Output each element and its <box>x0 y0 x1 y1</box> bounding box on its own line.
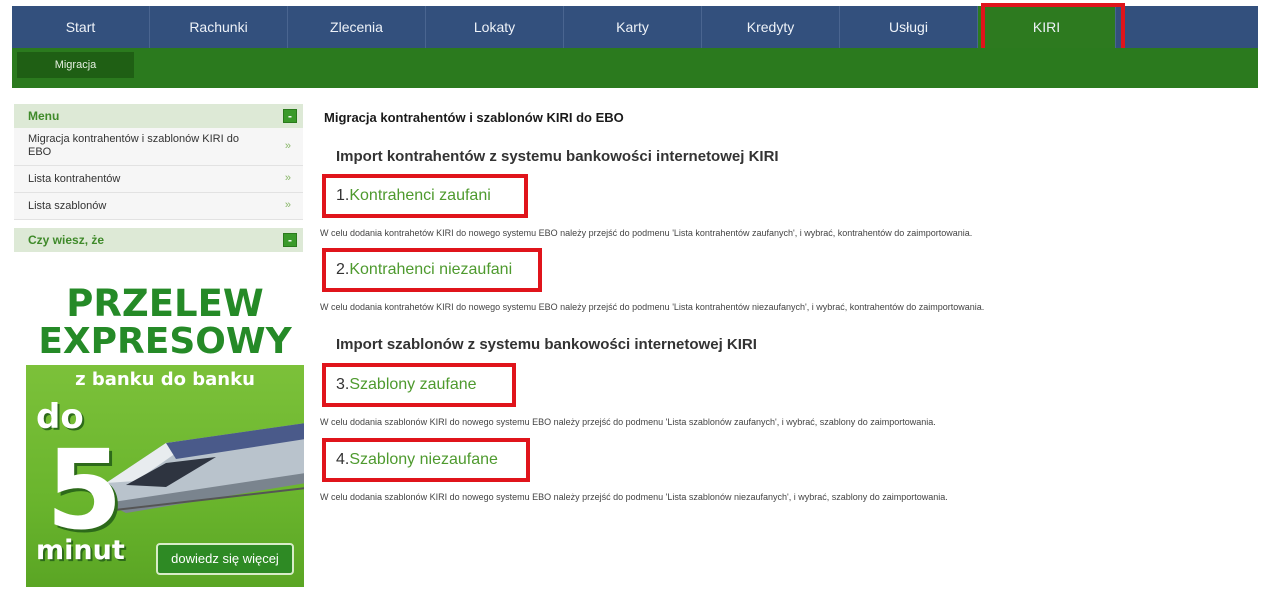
sidebar-item-label: Lista kontrahentów <box>28 173 121 185</box>
nav-tab-zlecenia[interactable]: Zlecenia <box>288 6 426 48</box>
chevron-right-icon: » <box>284 172 291 184</box>
nav-tab-kiri[interactable]: KIRI <box>978 3 1125 55</box>
collapse-icon[interactable]: - <box>283 109 297 123</box>
section-title-szablony: Import szablonów z systemu bankowości in… <box>336 336 757 353</box>
learn-more-button[interactable]: dowiedz się więcej <box>156 543 294 575</box>
link-number: 4. <box>336 451 350 468</box>
chevron-right-icon: » <box>284 139 291 152</box>
nav-tab-kredyty[interactable]: Kredyty <box>702 6 840 48</box>
sidebar-item-lista-kontrahentow[interactable]: Lista kontrahentów » <box>14 166 303 193</box>
nav-tab-lokaty[interactable]: Lokaty <box>426 6 564 48</box>
didyouknow-panel-header: Czy wiesz, że - <box>14 228 303 252</box>
promo-banner[interactable]: PRZELEW EXPRESOWY z banku do banku do 5 … <box>26 285 304 587</box>
banner-headline-line1: PRZELEW <box>66 285 264 325</box>
link-szablony-niezaufane[interactable]: Szablony niezaufane <box>349 451 498 468</box>
sidebar-item-label: Migracja kontrahentów i szablonów KIRI d… <box>28 133 239 158</box>
sidebar-item-lista-szablonow[interactable]: Lista szablonów » <box>14 193 303 220</box>
main-nav: Start Rachunki Zlecenia Lokaty Karty Kre… <box>12 3 1258 55</box>
link-box-4: 4.Szablony niezaufane <box>322 438 530 482</box>
link-szablony-zaufane[interactable]: Szablony zaufane <box>349 376 476 393</box>
description-text: W celu dodania kontrahetów KIRI do noweg… <box>320 228 973 238</box>
banner-headline-line2: EXPRESOWY <box>38 321 292 362</box>
link-box-3: 3.Szablony zaufane <box>322 363 516 407</box>
sidebar: Menu - Migracja kontrahentów i szablonów… <box>14 104 303 252</box>
menu-panel-title: Menu <box>28 109 60 123</box>
banner-five-text: 5 <box>46 426 123 554</box>
link-box-1: 1.Kontrahenci zaufani <box>322 174 528 218</box>
nav-tab-start[interactable]: Start <box>12 6 150 48</box>
train-image <box>106 423 304 513</box>
description-text: W celu dodania szablonów KIRI do nowego … <box>320 492 948 502</box>
nav-tab-uslugi[interactable]: Usługi <box>840 6 978 48</box>
collapse-icon[interactable]: - <box>283 233 297 247</box>
description-text: W celu dodania szablonów KIRI do nowego … <box>320 417 936 427</box>
nav-tab-karty[interactable]: Karty <box>564 6 702 48</box>
page-title: Migracja kontrahentów i szablonów KIRI d… <box>324 110 624 125</box>
section-title-kontrahenci: Import kontrahentów z systemu bankowości… <box>336 148 779 165</box>
banner-minut-text: minut <box>36 535 125 566</box>
sidebar-item-migracja[interactable]: Migracja kontrahentów i szablonów KIRI d… <box>14 128 303 166</box>
subnav-item-migracja[interactable]: Migracja <box>17 52 134 78</box>
link-number: 3. <box>336 376 350 393</box>
banner-tagline: z banku do banku <box>75 369 255 390</box>
description-text: W celu dodania kontrahetów KIRI do noweg… <box>320 302 985 312</box>
didyouknow-panel-title: Czy wiesz, że <box>28 233 105 247</box>
chevron-right-icon: » <box>284 199 291 211</box>
sub-nav: Migracja <box>12 48 1258 88</box>
link-number: 1. <box>336 187 350 204</box>
link-number: 2. <box>336 261 350 278</box>
link-box-2: 2.Kontrahenci niezaufani <box>322 248 542 292</box>
sidebar-item-label: Lista szablonów <box>28 200 107 212</box>
nav-tab-rachunki[interactable]: Rachunki <box>150 6 288 48</box>
link-kontrahenci-niezaufani[interactable]: Kontrahenci niezaufani <box>349 261 512 278</box>
link-kontrahenci-zaufani[interactable]: Kontrahenci zaufani <box>349 187 490 204</box>
menu-panel-header: Menu - <box>14 104 303 128</box>
